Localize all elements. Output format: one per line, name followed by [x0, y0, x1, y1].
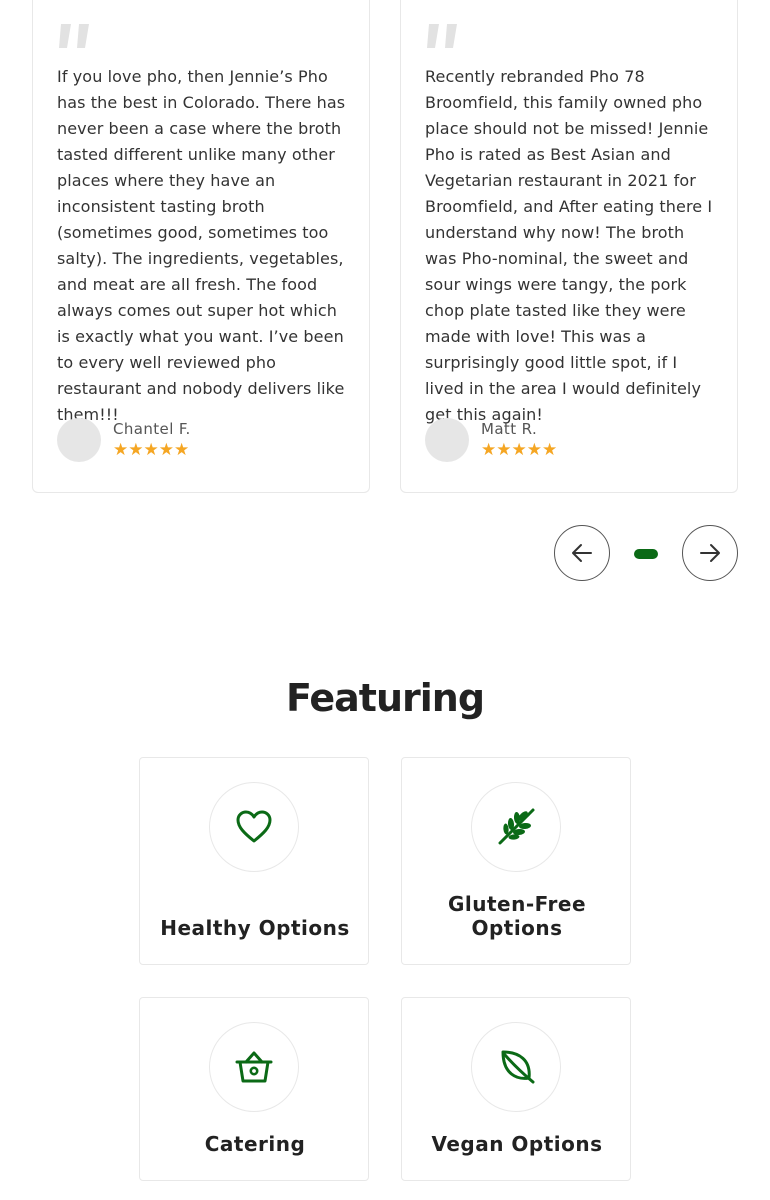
reviewer-name: Matt R. [481, 420, 538, 438]
feature-card-vegan: Vegan Options [401, 997, 631, 1181]
quote-icon [427, 24, 457, 48]
leaf-icon [501, 1050, 535, 1084]
feature-label: Healthy Options [160, 916, 350, 940]
arrow-right-icon [700, 544, 720, 562]
feature-icon-circle [471, 782, 561, 872]
quote-icon [59, 24, 89, 48]
star-rating: ★★★★★ [481, 440, 558, 460]
section-title: Featuring [285, 676, 485, 720]
basket-icon [235, 1051, 273, 1083]
feature-card-catering: Catering [139, 997, 369, 1181]
feature-label: Vegan Options [431, 1132, 603, 1156]
feature-label: Gluten-Free Options [447, 892, 587, 940]
carousel-dot-active[interactable] [634, 549, 658, 559]
feature-icon-circle [209, 1022, 299, 1112]
reviewer: Matt R. ★★★★★ [425, 418, 557, 462]
feature-icon-circle [209, 782, 299, 872]
avatar [57, 418, 101, 462]
carousel-next-button[interactable] [682, 525, 738, 581]
review-text: If you love pho, then Jennie’s Pho has t… [57, 67, 346, 424]
carousel-prev-button[interactable] [554, 525, 610, 581]
wheat-icon [498, 808, 535, 845]
review-card: If you love pho, then Jennie’s Pho has t… [32, 0, 370, 493]
review-text: Recently rebranded Pho 78 Broomfield, th… [425, 67, 713, 424]
feature-card-healthy: Healthy Options [139, 757, 369, 965]
avatar [425, 418, 469, 462]
arrow-left-icon [572, 544, 592, 562]
reviewer: Chantel F. ★★★★★ [57, 418, 191, 462]
feature-card-gluten-free: Gluten-Free Options [401, 757, 631, 965]
heart-icon [236, 810, 272, 843]
review-card: Recently rebranded Pho 78 Broomfield, th… [400, 0, 738, 493]
reviewer-name: Chantel F. [113, 420, 191, 438]
star-rating: ★★★★★ [113, 440, 190, 460]
feature-icon-circle [471, 1022, 561, 1112]
feature-label: Catering [204, 1132, 306, 1156]
